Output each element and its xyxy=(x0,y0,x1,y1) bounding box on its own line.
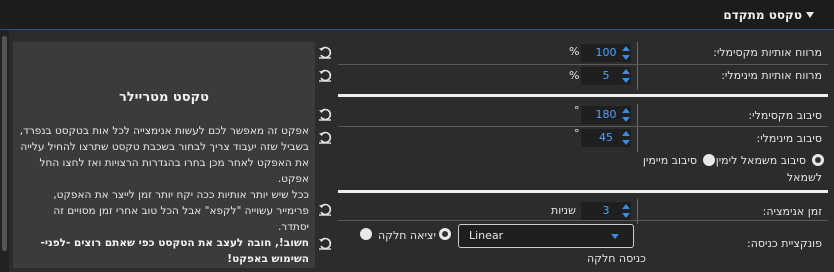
row-divider xyxy=(338,64,828,65)
anim-time-stepper[interactable] xyxy=(621,202,631,220)
unit-percent: % xyxy=(569,69,580,82)
row-divider xyxy=(338,220,828,221)
easing-select[interactable]: Linear xyxy=(458,224,634,248)
panel-paragraph: ככל שיש יותר אותיות ככה יקח יותר זמן ליי… xyxy=(53,189,309,233)
chevron-down-icon[interactable] xyxy=(611,234,619,239)
reset-icon[interactable] xyxy=(318,130,332,144)
reset-icon[interactable] xyxy=(318,45,332,59)
section-separator xyxy=(338,94,828,97)
left-scrollbar[interactable] xyxy=(0,30,9,272)
rotation-ltr-radio[interactable] xyxy=(812,154,824,166)
easing-label: פונקציית כניסה: xyxy=(747,237,822,250)
section-title: טקסט מתקדם xyxy=(723,8,802,22)
reset-icon[interactable] xyxy=(318,236,332,250)
unit-degree: ° xyxy=(574,104,580,117)
row-divider xyxy=(338,126,828,127)
max-rotation-label: סיבוב מקסימלי: xyxy=(748,109,822,122)
min-rotation-stepper[interactable] xyxy=(621,129,631,147)
panel-body: אפקט זה מאפשר לכם לעשות אנימצייה לכל אות… xyxy=(19,123,309,267)
caret-down-icon[interactable] xyxy=(806,12,814,18)
max-spacing-label: מרווח אותיות מקסימלי: xyxy=(713,46,822,59)
reset-icon[interactable] xyxy=(318,68,332,82)
max-spacing-stepper[interactable] xyxy=(621,44,631,62)
reset-icon[interactable] xyxy=(318,202,332,216)
rotation-rtl-label: סיבוב מיימין xyxy=(642,154,697,167)
smooth-in-radio[interactable] xyxy=(439,228,451,240)
min-rotation-label: סיבוב מינימלי: xyxy=(756,132,823,145)
scrollbar-thumb[interactable] xyxy=(2,36,7,251)
reset-icon[interactable] xyxy=(318,107,332,121)
smooth-in-label: כניסה חלקה xyxy=(587,252,646,265)
column-divider xyxy=(637,42,638,90)
unit-seconds: שניות xyxy=(551,204,576,217)
smooth-out-label: יציאה חלקה xyxy=(378,229,436,242)
section-header[interactable]: טקסט מתקדם xyxy=(0,0,834,30)
rotation-ltr-label: סיבוב משמאל לימין xyxy=(715,154,806,167)
max-rotation-stepper[interactable] xyxy=(621,106,631,124)
panel-title: טקסט מטריילר xyxy=(118,90,209,105)
column-divider xyxy=(637,104,638,152)
rotation-rtl-radio[interactable] xyxy=(703,154,715,166)
rotation-ltr-label-wrap: לשמאל xyxy=(786,171,822,184)
easing-select-value: Linear xyxy=(469,229,504,242)
section-separator xyxy=(338,190,828,193)
unit-degree: ° xyxy=(574,127,580,140)
panel-paragraph: אפקט זה מאפשר לכם לעשות אנימצייה לכל אות… xyxy=(19,125,309,185)
min-spacing-stepper[interactable] xyxy=(621,67,631,85)
min-spacing-label: מרווח אותיות מינימלי: xyxy=(721,69,822,82)
panel-warning: חשוב!, חובה לעצב את הטקסט כפי שאתם רוצים… xyxy=(40,237,309,265)
info-panel: טקסט מטריילר אפקט זה מאפשר לכם לעשות אני… xyxy=(13,42,315,268)
anim-time-label: זמן אנימציה: xyxy=(762,205,822,218)
smooth-out-radio[interactable] xyxy=(360,228,372,240)
unit-percent: % xyxy=(569,45,580,58)
